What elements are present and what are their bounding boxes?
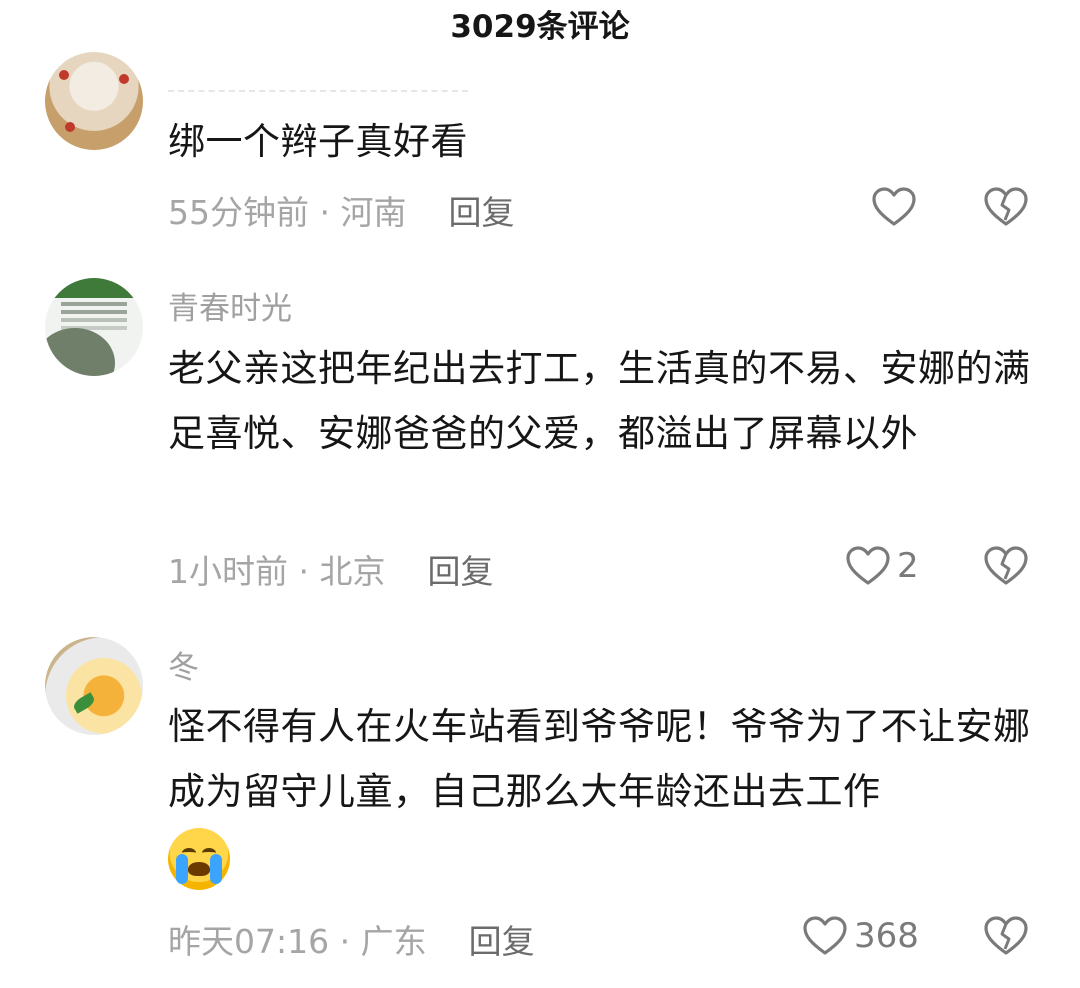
meta-separator: · xyxy=(288,552,320,591)
comment-text: 老父亲这把年纪出去打工，生活真的不易、安娜的满足喜悦、安娜爸爸的父爱，都溢出了屏… xyxy=(168,347,1031,455)
clipped-previous-content xyxy=(168,80,468,92)
reply-button[interactable]: 回复 xyxy=(448,193,514,232)
comment-meta: 55分钟前 · 河南 回复 xyxy=(168,186,514,234)
comment-username[interactable]: 冬 xyxy=(168,642,199,687)
avatar[interactable] xyxy=(45,637,143,735)
reply-button[interactable]: 回复 xyxy=(427,552,493,591)
comment-time: 昨天07:16 xyxy=(168,922,330,961)
heart-outline-icon xyxy=(803,916,847,955)
comment-location: 河南 xyxy=(340,193,407,232)
meta-separator: · xyxy=(329,922,361,961)
heart-outline-icon xyxy=(872,187,916,226)
comment-text: 绑一个辫子真好看 xyxy=(168,120,468,163)
avatar[interactable] xyxy=(45,278,143,376)
comment-location: 北京 xyxy=(319,552,386,591)
comments-count-title: 3029条评论 xyxy=(450,9,630,45)
comment-meta: 1小时前 · 北京 回复 xyxy=(168,545,493,593)
like-button[interactable]: 368 xyxy=(802,915,919,957)
reply-button[interactable]: 回复 xyxy=(469,922,535,961)
avatar[interactable] xyxy=(45,52,143,150)
broken-heart-icon[interactable] xyxy=(983,545,1029,587)
heart-outline-icon xyxy=(846,546,890,585)
like-button[interactable]: 2 xyxy=(845,545,919,587)
like-count: 2 xyxy=(897,546,919,586)
comment-text: 怪不得有人在火车站看到爷爷呢！爷爷为了不让安娜成为留守儿童，自己那么大年龄还出去… xyxy=(168,694,1038,890)
like-button[interactable] xyxy=(871,186,923,228)
comment-time: 1小时前 xyxy=(168,552,288,591)
broken-heart-icon[interactable] xyxy=(983,915,1029,957)
comment-time: 55分钟前 xyxy=(168,193,309,232)
like-count: 368 xyxy=(854,916,919,956)
meta-separator: · xyxy=(309,193,341,232)
comment-meta: 昨天07:16 · 广东 回复 xyxy=(168,915,535,963)
comment-location: 广东 xyxy=(360,922,427,961)
comment-username[interactable]: 青春时光 xyxy=(168,283,292,328)
broken-heart-icon[interactable] xyxy=(983,186,1029,228)
crying-face-emoji xyxy=(168,827,230,890)
comment-text-body: 怪不得有人在火车站看到爷爷呢！爷爷为了不让安娜成为留守儿童，自己那么大年龄还出去… xyxy=(168,705,1031,813)
